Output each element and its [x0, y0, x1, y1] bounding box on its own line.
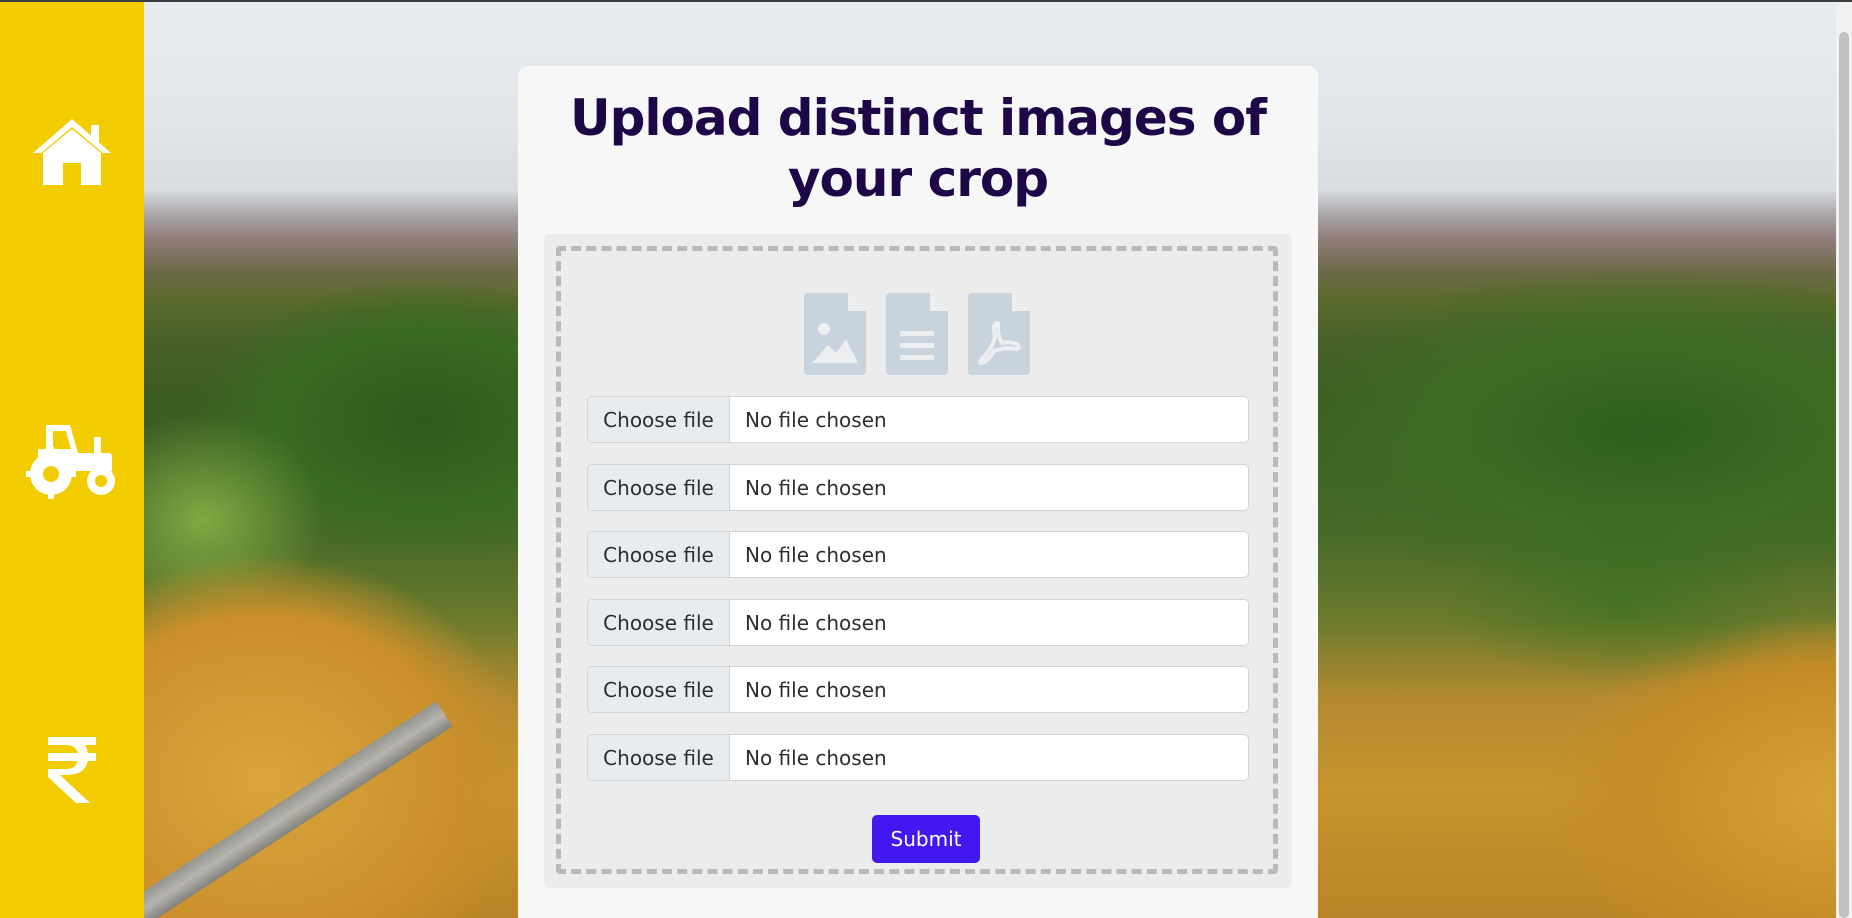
submit-button[interactable]: Submit — [872, 815, 980, 863]
file-status: No file chosen — [745, 475, 887, 500]
home-icon — [33, 119, 111, 185]
upload-panel: Choose file No file chosen Choose file N… — [544, 234, 1292, 888]
page-title: Upload distinct images of your crop — [569, 89, 1267, 208]
upload-card: Upload distinct images of your crop Choo… — [518, 66, 1318, 918]
file-status: No file chosen — [745, 745, 887, 770]
pdf-file-icon — [968, 293, 1030, 375]
drop-zone[interactable]: Choose file No file chosen Choose file N… — [556, 246, 1278, 874]
file-status: No file chosen — [745, 677, 887, 702]
text-file-icon — [886, 293, 948, 375]
choose-file-button[interactable]: Choose file — [588, 532, 730, 577]
tractor-icon — [26, 425, 115, 499]
sidebar-item-home[interactable] — [22, 106, 122, 196]
file-input-1[interactable]: Choose file No file chosen — [587, 396, 1249, 443]
file-input-2[interactable]: Choose file No file chosen — [587, 464, 1249, 511]
choose-file-button[interactable]: Choose file — [588, 600, 730, 645]
app-window: Upload distinct images of your crop Choo… — [0, 0, 1852, 918]
choose-file-button[interactable]: Choose file — [588, 735, 730, 780]
file-input-4[interactable]: Choose file No file chosen — [587, 599, 1249, 646]
rupee-icon — [48, 737, 96, 803]
file-status: No file chosen — [745, 610, 887, 635]
choose-file-button[interactable]: Choose file — [588, 397, 730, 442]
file-status: No file chosen — [745, 407, 887, 432]
file-input-5[interactable]: Choose file No file chosen — [587, 666, 1249, 713]
file-status: No file chosen — [745, 542, 887, 567]
file-input-3[interactable]: Choose file No file chosen — [587, 531, 1249, 578]
file-type-icons — [561, 293, 1273, 375]
sidebar-item-payments[interactable] — [22, 724, 122, 814]
window-top-edge — [0, 0, 1852, 2]
sidebar — [0, 2, 144, 918]
sidebar-item-tractor[interactable] — [22, 414, 122, 504]
file-input-6[interactable]: Choose file No file chosen — [587, 734, 1249, 781]
choose-file-button[interactable]: Choose file — [588, 465, 730, 510]
choose-file-button[interactable]: Choose file — [588, 667, 730, 712]
scrollbar-thumb[interactable] — [1839, 32, 1849, 918]
image-file-icon — [804, 293, 866, 375]
page-scrollbar[interactable] — [1836, 2, 1852, 918]
